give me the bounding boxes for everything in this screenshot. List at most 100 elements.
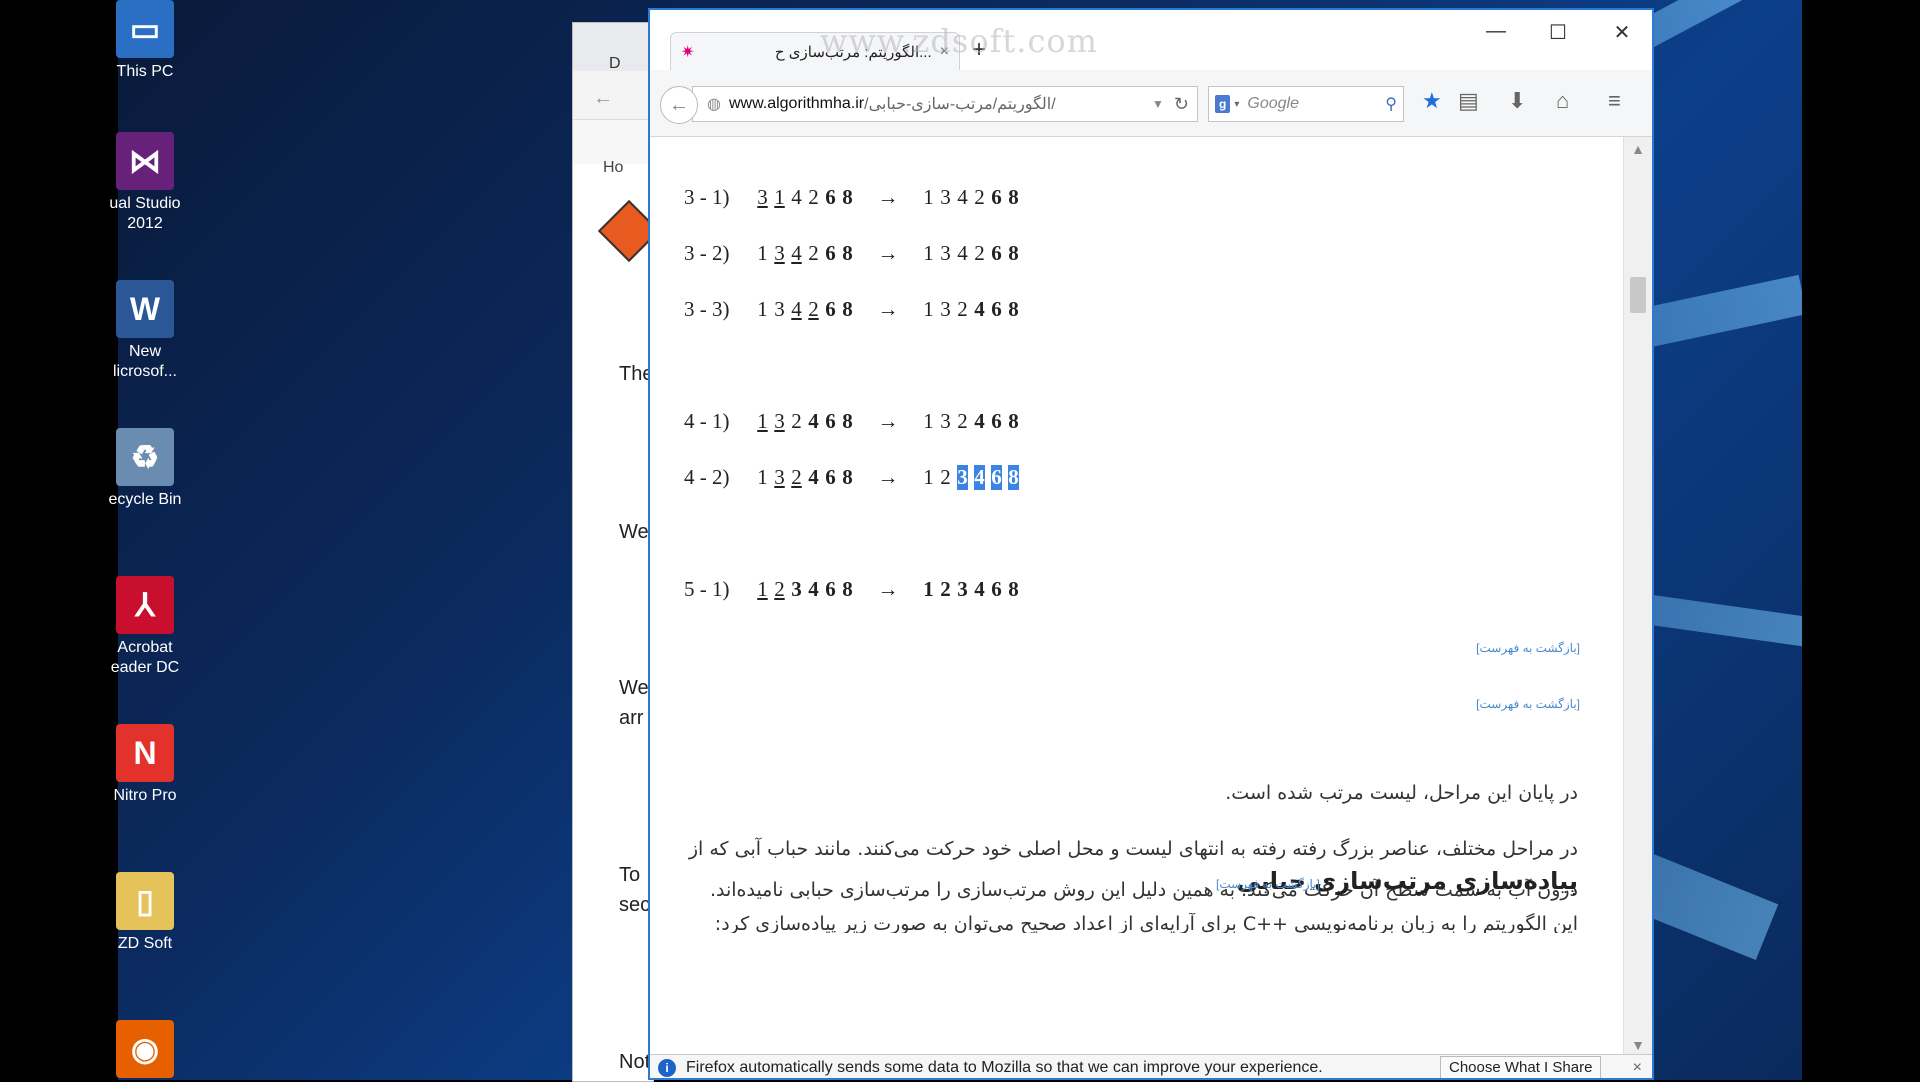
reload-icon[interactable]: ↻: [1174, 94, 1189, 115]
sort-step-row: 4 - 1) 1 3 2 4 6 8 → 1 3 2 4 6 8: [684, 409, 1022, 434]
sequence-number: 4: [974, 409, 985, 433]
background-browser-window[interactable]: D ← Ho The We We arr To sec Not: [572, 22, 661, 1082]
back-text-6: sec: [619, 894, 651, 916]
desktop-icon[interactable]: ▭ This PC: [90, 0, 200, 82]
choose-what-i-share-button[interactable]: Choose What I Share: [1440, 1056, 1602, 1078]
nav-toolbar: ◍ www.algorithmha.ir /الگوریتم/مرتب-سازی…: [650, 70, 1652, 137]
sequence-number: 8: [842, 577, 853, 601]
sort-step-row: 5 - 1) 1 2 3 4 6 8 → 1 2 3 4 6 8: [684, 577, 1022, 602]
desktop-icon[interactable]: ⋈ ual Studio 2012: [90, 132, 200, 234]
nitro-pro-icon: N: [116, 724, 174, 782]
reading-list-icon[interactable]: ▤: [1458, 88, 1479, 114]
notification-text: Firefox automatically sends some data to…: [686, 1059, 1323, 1076]
sort-step-row: 3 - 3) 1 3 4 2 6 8 → 1 3 2 4 6 8: [684, 297, 1022, 322]
url-dropdown-icon[interactable]: ▼: [1152, 97, 1164, 111]
step-label: 4 - 1): [684, 409, 730, 433]
close-window-button[interactable]: ✕: [1602, 20, 1642, 45]
minimize-button[interactable]: —: [1476, 20, 1516, 43]
site-info-icon[interactable]: ◍: [707, 94, 721, 114]
scroll-down-icon[interactable]: ▼: [1624, 1037, 1652, 1053]
sequence-number: 8: [1008, 577, 1019, 601]
back-button[interactable]: ←: [660, 86, 698, 124]
sequence-number: 3: [774, 241, 785, 265]
scroll-up-icon[interactable]: ▲: [1624, 141, 1652, 157]
search-icon[interactable]: ⚲: [1385, 94, 1397, 114]
sequence-number: 1: [923, 297, 934, 321]
back-to-index-link-2[interactable]: [بازگشت به فهرست]: [1476, 697, 1580, 711]
sequence-number: 3: [774, 409, 785, 433]
sequence-number: 8: [1008, 297, 1019, 321]
sequence-number: 1: [923, 577, 934, 601]
desktop-icon[interactable]: ▯ ZD Soft: [90, 872, 200, 954]
word-document-icon: W: [116, 280, 174, 338]
heading-back-to-index-link[interactable]: [بازگشت به فهرست]: [1216, 877, 1320, 891]
desktop-icon[interactable]: ◉: [90, 1020, 200, 1082]
sequence-number: 8: [842, 465, 853, 489]
sequence-number: 3: [791, 577, 802, 601]
sequence-number: 4: [974, 465, 985, 490]
vertical-scrollbar[interactable]: ▲ ▼: [1623, 137, 1652, 1057]
search-engine-dropdown-icon[interactable]: ▾: [1234, 99, 1239, 110]
back-tab-label[interactable]: D: [609, 55, 621, 73]
search-input[interactable]: Google: [1247, 95, 1385, 113]
watermark: www.zdsoft.com: [820, 22, 1098, 60]
back-text-7: Not: [619, 1051, 651, 1073]
url-path: /الگوریتم/مرتب-سازی-حبابی/: [864, 96, 1056, 113]
desktop-icon-label: ecycle Bin: [108, 491, 182, 508]
menu-icon[interactable]: ≡: [1608, 88, 1621, 114]
left-sequence: 132468: [754, 409, 856, 433]
browser-window[interactable]: ✷ ...الگوریتم: مرتب‌سازی ح × + www.zdsof…: [648, 8, 1654, 1080]
right-sequence: 132468: [920, 409, 1022, 433]
sort-step-row: 3 - 1) 3 1 4 2 6 8 → 1 3 4 2 6 8: [684, 185, 1022, 210]
sequence-number: 6: [991, 241, 1002, 265]
right-sequence: 134268: [920, 241, 1022, 265]
sequence-number: 3: [940, 297, 951, 321]
sequence-number: 2: [791, 465, 802, 489]
left-sequence: 123468: [754, 577, 856, 601]
notification-close-icon[interactable]: ×: [1633, 1059, 1642, 1077]
sequence-number: 3: [940, 409, 951, 433]
computer-icon: ▭: [116, 0, 174, 58]
maximize-button[interactable]: ☐: [1538, 20, 1578, 45]
sequence-number: 8: [1008, 409, 1019, 433]
step-label: 3 - 1): [684, 185, 730, 209]
desktop-icon-label: ZD Soft: [117, 935, 173, 952]
bookmark-star-icon[interactable]: ★: [1422, 88, 1442, 114]
desktop-icon-label: Nitro Pro: [113, 787, 177, 804]
search-engine-icon[interactable]: g: [1215, 95, 1231, 113]
sequence-number: 1: [923, 241, 934, 265]
arrow-icon: →: [877, 241, 899, 265]
sequence-number: 6: [991, 577, 1002, 601]
arrow-icon: →: [877, 185, 899, 209]
desktop-icon[interactable]: W New licrosof...: [90, 280, 200, 382]
scroll-thumb[interactable]: [1630, 277, 1646, 313]
sequence-number: 8: [842, 185, 853, 209]
sequence-number: 6: [825, 465, 836, 489]
step-label: 5 - 1): [684, 577, 730, 601]
back-home-link[interactable]: Ho: [603, 159, 623, 177]
back-arrow-icon[interactable]: ←: [593, 87, 613, 110]
desktop-icon-label: This PC: [116, 63, 174, 80]
back-text-4: arr: [619, 707, 644, 729]
back-to-index-link-1[interactable]: [بازگشت به فهرست]: [1476, 641, 1580, 655]
sequence-number: 6: [991, 185, 1002, 209]
title-bar: ✷ ...الگوریتم: مرتب‌سازی ح × + www.zdsof…: [650, 10, 1652, 70]
sequence-number: 2: [974, 241, 985, 265]
sequence-number: 1: [774, 185, 785, 209]
desktop-icon[interactable]: ♻ ecycle Bin: [90, 428, 200, 510]
sequence-number: 6: [991, 465, 1002, 490]
url-bar[interactable]: ◍ www.algorithmha.ir /الگوریتم/مرتب-سازی…: [692, 86, 1198, 122]
search-box[interactable]: g ▾ Google ⚲: [1208, 86, 1404, 122]
right-sequence: 123468: [920, 577, 1022, 601]
desktop-icon-label: eader DC: [110, 659, 180, 676]
sequence-number: 6: [825, 185, 836, 209]
sequence-number: 6: [825, 577, 836, 601]
download-icon[interactable]: ⬇: [1508, 88, 1526, 114]
home-icon[interactable]: ⌂: [1556, 88, 1569, 114]
folder-icon: ▯: [116, 872, 174, 930]
desktop-icon[interactable]: ⅄ Acrobat eader DC: [90, 576, 200, 678]
sequence-number: 4: [957, 241, 968, 265]
sequence-number: 8: [842, 297, 853, 321]
desktop-icon[interactable]: N Nitro Pro: [90, 724, 200, 806]
sequence-number: 4: [808, 577, 819, 601]
